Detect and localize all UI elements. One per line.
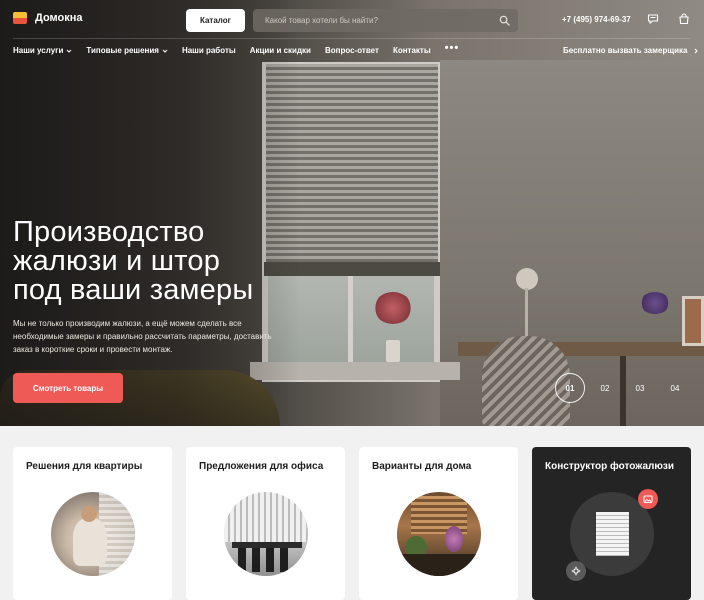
hero-flower-pot xyxy=(386,340,400,362)
hero-picture-frame xyxy=(682,296,704,346)
nav-item-works[interactable]: Наши работы xyxy=(182,46,236,55)
hero-flower xyxy=(374,292,412,324)
card-image-apartment xyxy=(51,492,135,576)
slide-3[interactable]: 03 xyxy=(625,373,655,403)
hero-description: Мы не только производим жалюзи, а ещё мо… xyxy=(13,319,272,354)
search-input[interactable] xyxy=(265,9,485,32)
search-icon[interactable] xyxy=(499,15,510,26)
view-products-button[interactable]: Смотреть товары xyxy=(13,373,123,403)
card-title: Варианты для дома xyxy=(372,461,472,472)
nav-item-label: Наши услуги xyxy=(13,46,64,55)
logo-text: Домокна xyxy=(35,12,83,24)
nav-item-label: Акции и скидки xyxy=(249,46,311,55)
card-home[interactable]: Варианты для дома xyxy=(359,447,518,600)
hero-flower-purple xyxy=(640,292,670,314)
hero-wall xyxy=(440,60,704,426)
nav-item-faq[interactable]: Вопрос-ответ xyxy=(325,46,379,55)
hero-shade xyxy=(0,0,300,426)
chevron-down-icon xyxy=(162,49,168,53)
header: Домокна Каталог +7 (495) 974-69-37 xyxy=(0,0,704,40)
nav-item-solutions[interactable]: Типовые решения xyxy=(86,46,168,55)
hero-title-line: под ваши замеры xyxy=(13,274,254,306)
cart-icon[interactable] xyxy=(678,13,690,25)
slide-1[interactable]: 01 xyxy=(555,373,585,403)
nav-item-label: Типовые решения xyxy=(86,46,159,55)
card-image-office xyxy=(224,492,308,576)
card-title: Конструктор фотожалюзи xyxy=(545,461,675,472)
chat-icon[interactable] xyxy=(647,13,659,25)
catalog-button[interactable]: Каталог xyxy=(186,9,245,32)
nav-item-contacts[interactable]: Контакты xyxy=(393,46,431,55)
card-photo-constructor[interactable]: Конструктор фотожалюзи xyxy=(532,447,691,600)
hero-window-frame xyxy=(348,276,353,368)
slide-4[interactable]: 04 xyxy=(660,373,690,403)
card-office[interactable]: Предложения для офиса xyxy=(186,447,345,600)
card-title: Решения для квартиры xyxy=(26,461,143,472)
gear-icon xyxy=(566,561,586,581)
request-measurer-label: Бесплатно вызвать замерщика xyxy=(563,46,688,55)
card-title: Предложения для офиса xyxy=(199,461,324,472)
chevron-right-icon xyxy=(694,48,698,53)
category-cards: Решения для квартиры Предложения для офи… xyxy=(13,447,691,600)
hero-banner xyxy=(0,0,704,426)
logo-icon xyxy=(13,12,27,24)
nav-item-promos[interactable]: Акции и скидки xyxy=(250,46,311,55)
nav-item-label: Контакты xyxy=(392,46,431,55)
hero-lamp xyxy=(516,268,538,290)
main-nav: Наши услуги Типовые решения Наши работы … xyxy=(13,42,459,55)
nav-item-label: Наши работы xyxy=(181,46,236,55)
header-divider xyxy=(13,38,690,39)
nav-item-label: Вопрос-ответ xyxy=(324,46,379,55)
slide-2[interactable]: 02 xyxy=(590,373,620,403)
card-image-home xyxy=(397,492,481,576)
nav-item-services[interactable]: Наши услуги xyxy=(13,46,72,55)
nav-more-button[interactable]: ••• xyxy=(445,42,460,55)
hero-title-line: Производство xyxy=(13,216,205,248)
page: Домокна Каталог +7 (495) 974-69-37 Наши … xyxy=(0,0,704,600)
logo[interactable]: Домокна xyxy=(13,12,83,24)
card-apartment[interactable]: Решения для квартиры xyxy=(13,447,172,600)
slide-pagination: 01 02 03 04 xyxy=(555,373,695,403)
request-measurer-link[interactable]: Бесплатно вызвать замерщика xyxy=(563,46,699,55)
phone-link[interactable]: +7 (495) 974-69-37 xyxy=(562,15,631,24)
chevron-down-icon xyxy=(67,49,72,53)
hero-title: Производство жалюзи и штор под ваши заме… xyxy=(13,218,313,305)
search-bar xyxy=(253,9,518,32)
hero-title-line: жалюзи и штор xyxy=(13,245,221,277)
photo-icon xyxy=(638,489,658,509)
